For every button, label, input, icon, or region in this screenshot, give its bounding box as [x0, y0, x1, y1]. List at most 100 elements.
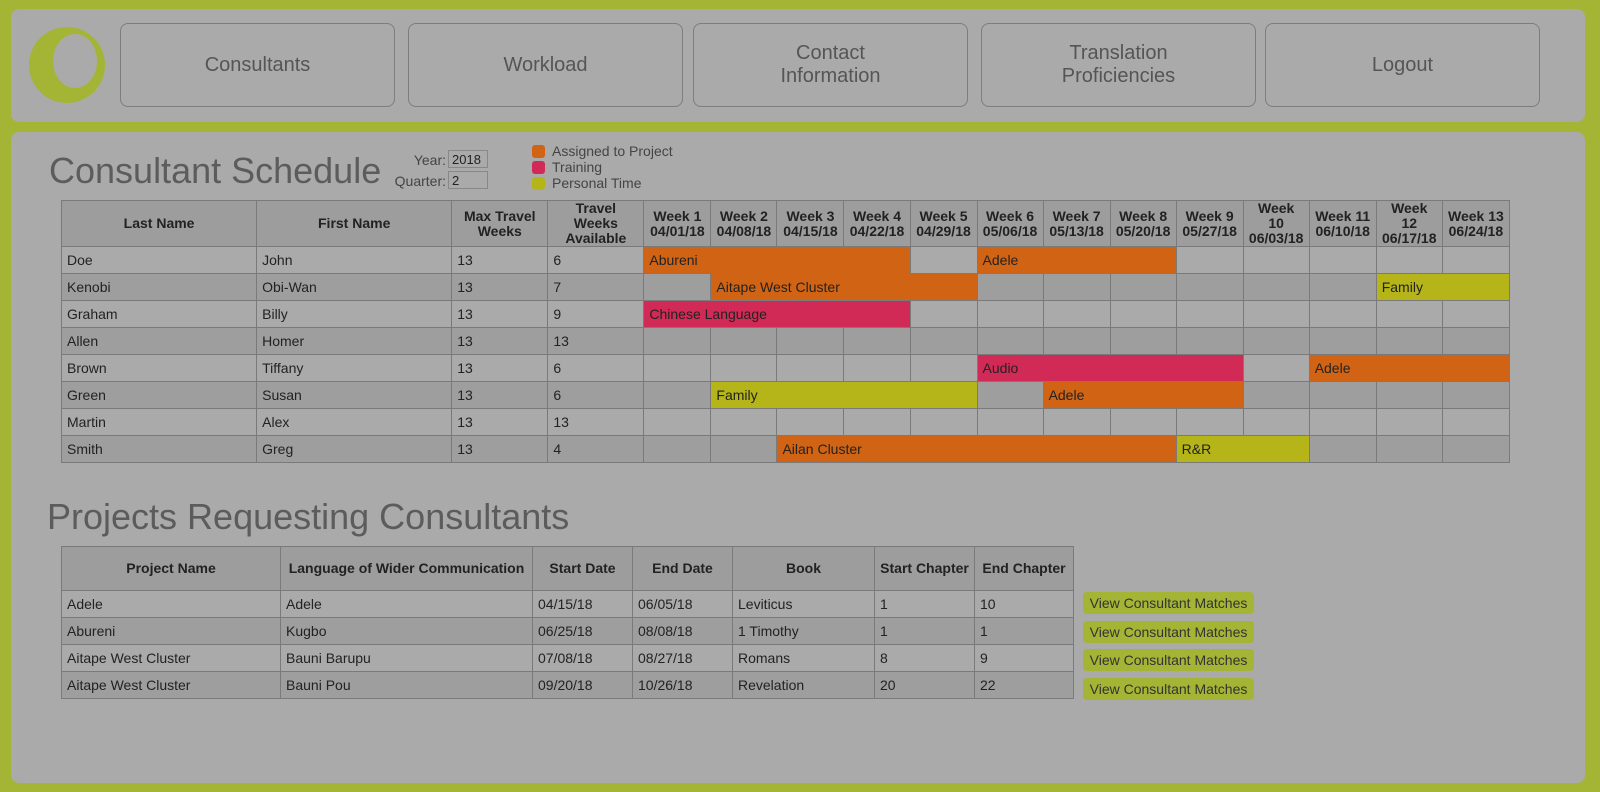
week-cell	[1109, 273, 1177, 301]
week-date: 05/13/18	[1049, 222, 1104, 239]
schedule-row: Smith Greg 13 4 Ailan Cluster R&R	[60, 435, 1511, 463]
nav-consultants-button[interactable]: Consultants	[120, 23, 395, 107]
week-cell	[909, 246, 978, 274]
nav-workload-button[interactable]: Workload	[408, 23, 683, 107]
legend-label-training: Training	[552, 159, 603, 175]
schedule-bar-red[interactable]: Chinese Language	[643, 300, 911, 328]
week-label: Week 5	[919, 207, 968, 224]
week-cell	[1441, 408, 1511, 436]
week-cell	[909, 300, 978, 328]
legend-label-personal: Personal Time	[552, 175, 642, 191]
last-name-cell: Brown	[60, 354, 258, 382]
language-cell: Adele	[280, 590, 533, 618]
week-cell	[643, 435, 712, 463]
nav-contact-information-button[interactable]: Contact Information	[693, 23, 968, 107]
project-column-header: Project Name	[61, 546, 281, 591]
project-row: Adele Adele 04/15/18 06/05/18 Leviticus 1 10	[61, 590, 1074, 618]
last-name-cell: Smith	[60, 435, 258, 463]
quarter-label: Quarter:	[394, 173, 446, 189]
quarter-input[interactable]	[448, 171, 488, 189]
schedule-bar-orange[interactable]: Adele	[976, 246, 1177, 274]
max-travel-weeks-cell: 13	[451, 354, 549, 382]
week-cell	[1308, 246, 1377, 274]
end-date-cell: 08/08/18	[632, 617, 733, 645]
nav-translation-proficiencies-button[interactable]: Translation Proficiencies	[981, 23, 1256, 107]
view-consultant-matches-button[interactable]: View Consultant Matches	[1083, 649, 1254, 672]
legend-swatch-personal	[532, 176, 545, 190]
week-cell	[1175, 246, 1244, 274]
project-column-header: End Chapter	[974, 546, 1074, 591]
schedule-bar-orange[interactable]: Ailan Cluster	[776, 435, 1177, 463]
week-cell	[976, 327, 1044, 355]
legend-swatch-training	[532, 160, 545, 174]
first-name-cell: Homer	[256, 327, 453, 355]
week-cell	[1242, 246, 1310, 274]
week-column-header: Week 6 05/06/18	[976, 200, 1044, 247]
max-travel-weeks-cell: 13	[451, 435, 549, 463]
schedule-legend: Assigned to Project Training Personal Ti…	[532, 143, 673, 191]
week-cell	[1109, 300, 1177, 328]
schedule-bar-orange[interactable]: Aitape West Cluster	[710, 273, 978, 301]
week-cell	[1042, 327, 1111, 355]
week-date: 06/17/18	[1381, 230, 1437, 246]
project-name-cell: Adele	[61, 590, 281, 618]
week-cell	[1441, 435, 1511, 463]
week-column-header: Week 1 04/01/18	[643, 200, 712, 247]
column-header: First Name	[256, 200, 453, 247]
column-header: Max Travel Weeks	[451, 200, 549, 247]
week-label: Week 8	[1119, 207, 1168, 224]
legend-swatch-assigned	[532, 144, 545, 158]
language-cell: Bauni Pou	[280, 671, 533, 699]
first-name-cell: Alex	[256, 408, 453, 436]
week-column-header: Week 5 04/29/18	[909, 200, 978, 247]
view-consultant-matches-button[interactable]: View Consultant Matches	[1083, 592, 1254, 614]
week-cell	[1042, 273, 1111, 301]
nav-logout-button[interactable]: Logout	[1265, 23, 1540, 107]
logo-icon[interactable]	[27, 25, 107, 105]
schedule-bar-orange[interactable]: Adele	[1042, 381, 1244, 409]
schedule-bar-yellow[interactable]: Family	[1375, 273, 1511, 301]
schedule-bar-yellow[interactable]: Family	[710, 381, 978, 409]
project-column-header: End Date	[632, 546, 733, 591]
week-cell	[1109, 327, 1177, 355]
year-input[interactable]	[448, 150, 488, 168]
week-cell	[909, 327, 978, 355]
week-date: 04/22/18	[849, 222, 905, 239]
travel-weeks-available-cell: 4	[547, 435, 645, 463]
week-cell	[1308, 408, 1377, 436]
week-cell	[1175, 327, 1244, 355]
week-cell	[1109, 408, 1177, 436]
week-cell	[909, 408, 978, 436]
week-cell	[976, 381, 1044, 409]
week-label: Week 4	[852, 207, 901, 224]
max-travel-weeks-cell: 13	[451, 273, 549, 301]
week-cell	[1308, 300, 1377, 328]
project-row: Aitape West Cluster Bauni Barupu 07/08/18 0…	[61, 644, 1074, 672]
schedule-bar-red[interactable]: Audio	[976, 354, 1244, 382]
last-name-cell: Kenobi	[60, 273, 258, 301]
schedule-bar-orange[interactable]: Abureni	[643, 246, 911, 274]
last-name-cell: Martin	[60, 408, 258, 436]
schedule-bar-yellow[interactable]: R&R	[1175, 435, 1310, 463]
week-cell	[843, 354, 911, 382]
week-column-header: Week 4 04/22/18	[843, 200, 911, 247]
schedule-bar-orange[interactable]: Adele	[1308, 354, 1511, 382]
week-column-header: Week 9 05/27/18	[1175, 200, 1244, 247]
week-date: 04/15/18	[783, 222, 838, 239]
week-column-header: Week 10 06/03/18	[1242, 200, 1310, 247]
travel-weeks-available-cell: 6	[547, 354, 645, 382]
week-cell	[1242, 354, 1310, 382]
week-cell	[1308, 435, 1377, 463]
view-consultant-matches-button[interactable]: View Consultant Matches	[1083, 620, 1254, 643]
view-consultant-matches-button[interactable]: View Consultant Matches	[1083, 678, 1254, 701]
start-chapter-cell: 20	[874, 671, 975, 699]
week-label: Week 3	[786, 207, 835, 224]
book-cell: Leviticus	[732, 590, 875, 618]
max-travel-weeks-cell: 13	[451, 246, 549, 274]
week-cell	[1441, 300, 1511, 328]
first-name-cell: Obi-Wan	[256, 273, 453, 301]
legend-item-personal: Personal Time	[532, 175, 673, 191]
schedule-row: Graham Billy 13 9 Chinese Language	[60, 300, 1511, 328]
week-cell	[1042, 408, 1111, 436]
week-cell	[1242, 273, 1310, 301]
